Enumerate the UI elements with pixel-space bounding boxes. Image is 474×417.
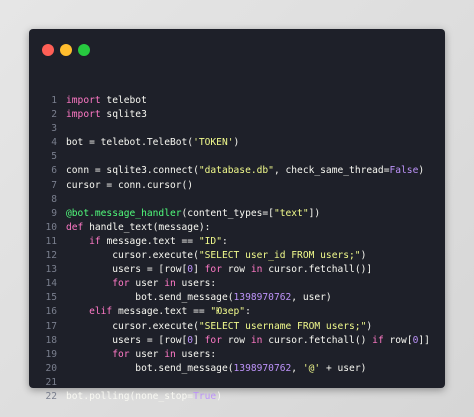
code-line: 21: [29, 376, 445, 390]
maximize-dot-icon[interactable]: [78, 44, 90, 56]
code-line: 1 import telebot: [29, 94, 445, 108]
line-number: 4: [51, 137, 57, 149]
line-text: [66, 150, 445, 164]
line-number: 17: [45, 320, 57, 332]
code-line: 12 cursor.execute("SELECT user_id FROM u…: [29, 249, 445, 263]
code-line: 2 import sqlite3: [29, 108, 445, 122]
line-text: conn = sqlite3.connect("database.db", ch…: [66, 165, 425, 177]
line-number: 20: [45, 362, 57, 374]
line-text: [66, 193, 445, 207]
code-line: 18 users = [row[0] for row in cursor.fet…: [29, 334, 445, 348]
code-line: 4 bot = telebot.TeleBot('TOKEN'): [29, 136, 445, 150]
line-text: [66, 376, 445, 390]
code-line: 10 def handle_text(message):: [29, 221, 445, 235]
line-number: 22: [45, 390, 57, 402]
line-number: 13: [45, 264, 57, 276]
line-text: cursor.execute("SELECT username FROM use…: [66, 320, 373, 332]
code-line: 3: [29, 122, 445, 136]
line-number: 15: [45, 292, 57, 304]
line-number: 3: [51, 123, 57, 135]
code-line: 15 bot.send_message(1398970762, user): [29, 291, 445, 305]
code-line: 9 @bot.message_handler(content_types=["te…: [29, 207, 445, 221]
line-number: 5: [51, 151, 57, 163]
line-text: users = [row[0] for row in cursor.fetcha…: [66, 334, 430, 346]
line-text: bot.send_message(1398970762, '@' + user): [66, 362, 367, 374]
line-text: cursor.execute("SELECT user_id FROM user…: [66, 250, 367, 262]
line-text: cursor = conn.cursor(): [66, 179, 194, 191]
minimize-dot-icon[interactable]: [60, 44, 72, 56]
close-dot-icon[interactable]: [42, 44, 54, 56]
line-number: 19: [45, 348, 57, 360]
line-text: bot = telebot.TeleBot('TOKEN'): [66, 137, 240, 149]
line-number: 11: [45, 235, 57, 247]
code-line: 11 if message.text == "ID":: [29, 235, 445, 249]
code-line: 16 elif message.text == "Юзер":: [29, 305, 445, 319]
code-line: 5: [29, 150, 445, 164]
line-number: 12: [45, 250, 57, 262]
line-number: 18: [45, 334, 57, 346]
code-line: 19 for user in users:: [29, 348, 445, 362]
line-text: bot.send_message(1398970762, user): [66, 292, 332, 304]
code-line: 7 cursor = conn.cursor(): [29, 179, 445, 193]
line-text: for user in users:: [112, 348, 217, 360]
line-number: 9: [51, 207, 57, 219]
line-number: 10: [45, 221, 57, 233]
line-text: @bot.message_handler(content_types=["tex…: [66, 207, 321, 219]
code-line: 13 users = [row[0] for row in cursor.fet…: [29, 263, 445, 277]
code-line: 8: [29, 193, 445, 207]
line-number: 6: [51, 165, 57, 177]
line-number: 7: [51, 179, 57, 191]
line-text: [66, 122, 445, 136]
line-number: 8: [51, 193, 57, 205]
line-text: bot.polling(none_stop=True): [66, 390, 222, 402]
line-text: users = [row[0] for row in cursor.fetcha…: [66, 264, 373, 276]
line-text: def handle_text(message):: [66, 221, 211, 233]
title-bar: [29, 29, 445, 63]
line-number: 16: [45, 306, 57, 318]
line-text: import telebot: [66, 95, 147, 106]
code-line: 22 bot.polling(none_stop=True): [29, 390, 445, 404]
line-text: import sqlite3: [66, 109, 147, 121]
line-text: if message.text == "ID":: [89, 235, 228, 247]
code-line: 17 cursor.execute("SELECT username FROM …: [29, 320, 445, 334]
code-block: 1 import telebot 2 import sqlite3 3 4 bot = te…: [29, 94, 445, 404]
line-number: 2: [51, 109, 57, 121]
line-number: 21: [45, 376, 57, 388]
code-line: 20 bot.send_message(1398970762, '@' + us…: [29, 362, 445, 376]
code-line: 6 conn = sqlite3.connect("database.db", c…: [29, 164, 445, 178]
line-number: 14: [45, 278, 57, 290]
line-number: 1: [51, 95, 57, 106]
line-text: for user in users:: [112, 278, 217, 290]
code-window: 1 import telebot 2 import sqlite3 3 4 bot = te…: [29, 29, 445, 402]
line-text: elif message.text == "Юзер":: [89, 306, 251, 318]
code-line: 14 for user in users:: [29, 277, 445, 291]
